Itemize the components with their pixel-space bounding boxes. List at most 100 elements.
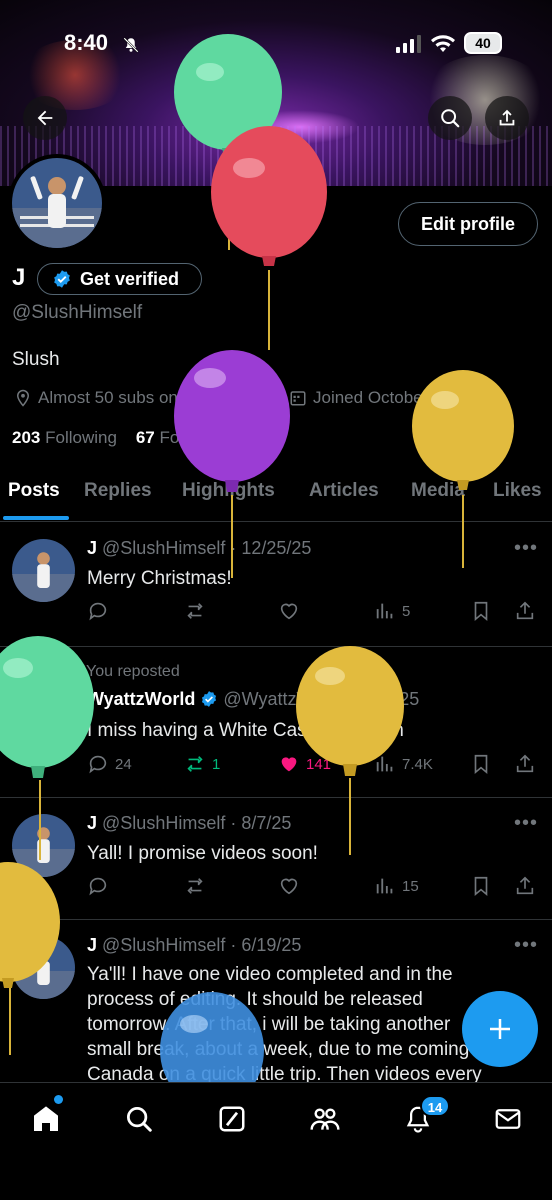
post-text-line: small break, about a week, due to me com…: [87, 1039, 491, 1060]
avatar-image: [12, 688, 75, 751]
nav-explore[interactable]: [121, 1101, 157, 1137]
share-icon: [516, 876, 534, 895]
bookmark-button[interactable]: [470, 600, 492, 622]
like-button[interactable]: [278, 875, 300, 897]
post-more-button[interactable]: •••: [514, 934, 538, 957]
nav-messages[interactable]: [490, 1101, 526, 1137]
followers-link[interactable]: 67 Followers: [136, 428, 232, 447]
home-unread-dot: [54, 1095, 63, 1104]
nav-grok[interactable]: [214, 1101, 250, 1137]
repost-count: 1: [212, 755, 221, 773]
bookmark-icon: [474, 601, 488, 622]
post-author-name[interactable]: J: [87, 538, 97, 558]
back-button[interactable]: [23, 96, 67, 140]
post-author-handle[interactable]: @WyattzWorld: [223, 689, 343, 709]
share-icon: [516, 754, 534, 773]
views-button[interactable]: 15: [374, 875, 419, 897]
following-link[interactable]: 203 Following: [12, 428, 117, 447]
post-text-line: tomorrow. After that, i will be taking a…: [87, 1014, 451, 1035]
avatar-image: [12, 814, 75, 877]
repost-icon: [187, 878, 203, 894]
active-tab-indicator: [3, 516, 69, 520]
tab-posts[interactable]: Posts: [8, 480, 60, 502]
post-text: I miss having a White Castle so much: [87, 720, 404, 741]
views-button[interactable]: 5: [374, 600, 410, 622]
heart-filled-icon: [281, 757, 297, 772]
share-button[interactable]: [514, 875, 536, 897]
tab-likes[interactable]: Likes: [493, 480, 542, 502]
post-avatar[interactable]: [12, 688, 75, 751]
nav-communities[interactable]: [307, 1101, 343, 1137]
post-author-name[interactable]: WyattzWorld: [87, 689, 195, 709]
post-date[interactable]: · 6/19/25: [230, 935, 301, 955]
tab-highlights[interactable]: Highlights: [182, 480, 275, 502]
analytics-icon: [376, 603, 393, 619]
post-avatar[interactable]: [12, 814, 75, 877]
post-author-handle[interactable]: @SlushHimself: [102, 813, 225, 833]
search-button[interactable]: [428, 96, 472, 140]
share-button[interactable]: [514, 600, 536, 622]
post-author-handle[interactable]: @SlushHimself: [102, 538, 225, 558]
profile-stats: 203 Following 67 Followers: [12, 428, 232, 448]
joined-text: Joined October 2020: [313, 388, 471, 407]
post-text: Merry Christmas!: [87, 568, 232, 589]
wifi-icon: [431, 35, 455, 52]
profile-bio: Slush: [12, 349, 60, 370]
share-button[interactable]: [514, 753, 536, 775]
location-pin-icon: [16, 389, 30, 407]
post-author-handle[interactable]: @SlushHimself: [102, 935, 225, 955]
reply-button[interactable]: [87, 600, 109, 622]
like-count: 141: [306, 755, 332, 773]
profile-name: J: [12, 264, 26, 291]
edit-profile-button[interactable]: Edit profile: [398, 202, 538, 246]
following-count: 203: [12, 428, 41, 447]
post-header: J @SlushHimself · 8/7/25: [87, 813, 291, 834]
reply-button[interactable]: [87, 875, 109, 897]
followers-label: Followers: [159, 428, 233, 447]
bookmark-button[interactable]: [470, 753, 492, 775]
post-date[interactable]: · 8/7/25: [230, 813, 291, 833]
post-date[interactable]: · 12/25/25: [230, 538, 311, 558]
post-avatar[interactable]: [12, 936, 75, 999]
bell-muted-icon: [123, 37, 139, 53]
post-date[interactable]: · 8/30/25: [348, 689, 419, 709]
balloon-yellow-middle: [296, 646, 404, 855]
reply-button[interactable]: 24: [87, 753, 132, 775]
signal-icon: [396, 35, 421, 53]
tab-media[interactable]: Media: [411, 480, 465, 502]
post-divider: [0, 919, 552, 920]
share-profile-button[interactable]: [485, 96, 529, 140]
post-actions: 5: [87, 600, 547, 628]
profile-avatar[interactable]: [8, 154, 106, 252]
location-text: Almost 50 subs on Youtube: [38, 388, 245, 407]
get-verified-button[interactable]: Get verified: [37, 263, 202, 295]
search-icon: [441, 109, 460, 128]
post-avatar[interactable]: [12, 539, 75, 602]
repost-button[interactable]: [184, 875, 206, 897]
compose-post-button[interactable]: [462, 991, 538, 1067]
views-button[interactable]: 7.4K: [374, 753, 433, 775]
communities-icon: [310, 1108, 340, 1130]
profile-banner[interactable]: [0, 0, 552, 186]
analytics-icon: [376, 878, 393, 894]
repost-label-text: You reposted: [86, 663, 180, 680]
tab-articles[interactable]: Articles: [309, 480, 379, 502]
status-bar: 8:40 40: [0, 30, 552, 60]
like-button[interactable]: 141: [278, 753, 331, 775]
share-icon: [516, 601, 534, 620]
post-author-name[interactable]: J: [87, 935, 97, 955]
post-more-button[interactable]: •••: [514, 537, 538, 560]
post-author-name[interactable]: J: [87, 813, 97, 833]
post-more-button[interactable]: •••: [514, 812, 538, 835]
profile-joined: Joined October 2020: [289, 388, 471, 408]
nav-home[interactable]: [28, 1101, 64, 1137]
verified-badge-icon: [202, 691, 217, 707]
like-button[interactable]: [278, 600, 300, 622]
repost-button[interactable]: 1: [184, 753, 220, 775]
bookmark-button[interactable]: [470, 875, 492, 897]
post-text-line: Ya'll! I have one video completed and in…: [87, 964, 453, 985]
repost-button[interactable]: [184, 600, 206, 622]
repost-icon: [62, 665, 76, 679]
grok-icon: [219, 1106, 245, 1132]
tab-replies[interactable]: Replies: [84, 480, 152, 502]
